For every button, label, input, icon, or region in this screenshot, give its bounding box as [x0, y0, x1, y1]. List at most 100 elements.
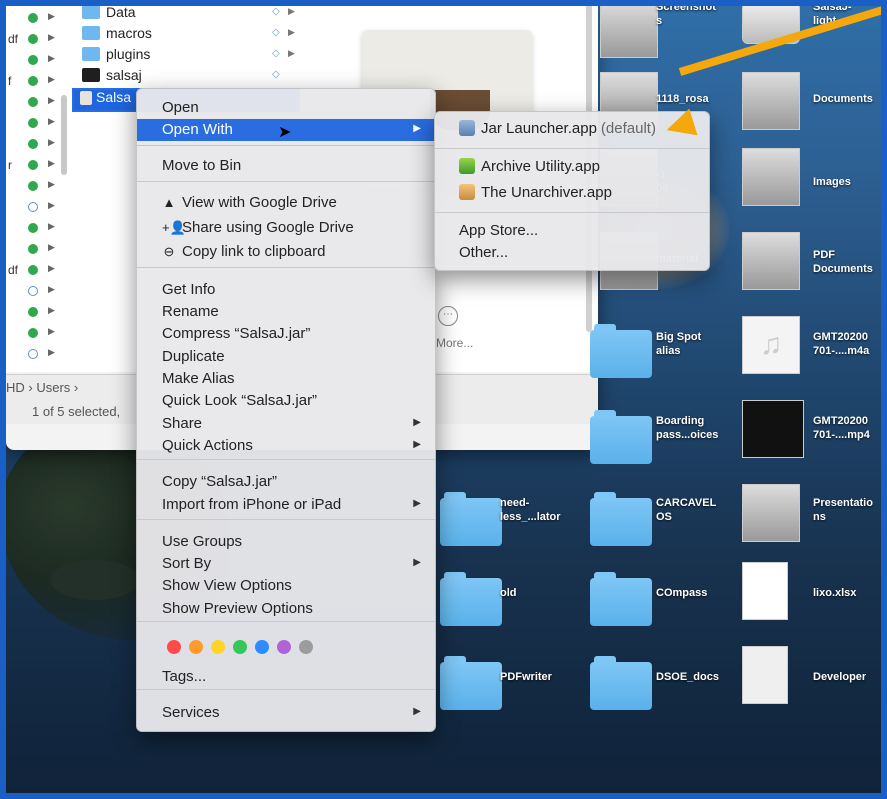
audio-file-icon[interactable]: ♫ [742, 316, 800, 374]
menu-item-duplicate[interactable]: Duplicate [137, 346, 435, 368]
parent-column-row[interactable]: ▶ [6, 134, 68, 156]
file-list-row[interactable]: Data ◇ ▶ [78, 2, 306, 24]
parent-column-row[interactable]: df ▶ [6, 260, 68, 282]
jar-launcher-icon [459, 120, 475, 136]
file-list-row[interactable]: plugins ◇ ▶ [78, 44, 306, 66]
menu-item-import-from-iphone-or-ipad[interactable]: Import from iPhone or iPad ▶ [137, 494, 435, 516]
menu-item-compress-salsaj-jar[interactable]: Compress “SalsaJ.jar” [137, 323, 435, 345]
desktop-icon-label[interactable]: lixo.xlsx [813, 586, 887, 600]
parent-column-row[interactable]: ▶ [6, 50, 68, 72]
syncing-icon [28, 202, 38, 212]
open-with-app-store[interactable]: App Store... [435, 220, 709, 242]
tag-color-dot[interactable] [255, 640, 269, 654]
menu-item-copy-salsaj-jar[interactable]: Copy “SalsaJ.jar” [137, 471, 435, 493]
desktop-icon-label[interactable]: COmpass [656, 586, 736, 600]
menu-item-get-info[interactable]: Get Info [137, 279, 435, 301]
file-name: Data [106, 4, 136, 20]
tag-color-dot[interactable] [189, 640, 203, 654]
menu-item-copy-link-to-clipboard[interactable]: ⊖ Copy link to clipboard [137, 241, 435, 263]
tag-color-dot[interactable] [233, 640, 247, 654]
desktop-icon-label[interactable]: Boarding pass...oices [656, 414, 736, 442]
desktop-icon-label[interactable]: 1118_rosa [656, 92, 736, 106]
document-thumbnail-icon[interactable] [600, 0, 658, 58]
menu-item-share[interactable]: Share ▶ [137, 413, 435, 435]
desktop-icon-label[interactable]: Images [813, 175, 887, 189]
document-thumbnail-icon[interactable] [742, 484, 800, 542]
menu-item-label: Share using Google Drive [182, 219, 354, 236]
folder-icon[interactable] [590, 324, 652, 378]
file-list-row[interactable]: salsaj ◇ [78, 65, 306, 87]
desktop-icon-label[interactable]: Developer [813, 670, 887, 684]
folder-icon[interactable] [590, 572, 652, 626]
menu-item-view-with-google-drive[interactable]: ▲ View with Google Drive [137, 192, 435, 214]
tag-color-dot[interactable] [299, 640, 313, 654]
document-thumbnail-icon[interactable] [742, 232, 800, 290]
parent-column-row[interactable]: ▶ [6, 218, 68, 240]
jar-file-icon[interactable] [742, 646, 788, 704]
parent-column-row[interactable]: df ▶ [6, 29, 68, 51]
synced-check-icon [28, 265, 38, 275]
more-icon[interactable]: ⋯ [438, 306, 458, 326]
folder-icon[interactable] [590, 410, 652, 464]
file-list-row[interactable]: macros ◇ ▶ [78, 23, 306, 45]
menu-item-share-using-google-drive[interactable]: +👤Share using Google Drive [137, 217, 435, 239]
open-with-other[interactable]: Other... [435, 242, 709, 264]
parent-column-row[interactable]: ▶ [6, 92, 68, 114]
tag-color-dot[interactable] [167, 640, 181, 654]
parent-column-row[interactable]: f ▶ [6, 71, 68, 93]
column-scrollbar[interactable] [61, 95, 67, 175]
desktop-icon-label[interactable]: CARCAVEL OS [656, 496, 736, 524]
desktop-icon-label[interactable]: old [500, 586, 580, 600]
desktop-icon-label[interactable]: GMT20200 701-....mp4 [813, 414, 887, 442]
menu-item-show-preview-options[interactable]: Show Preview Options [137, 598, 435, 620]
parent-column-row[interactable]: ▶ [6, 113, 68, 135]
desktop-icon-label[interactable]: PDFwriter [500, 670, 580, 684]
menu-item-show-view-options[interactable]: Show View Options [137, 575, 435, 597]
desktop-icon-label[interactable]: GMT20200 701-....m4a [813, 330, 887, 358]
document-thumbnail-icon[interactable] [742, 148, 800, 206]
parent-column-row[interactable]: ▶ [6, 302, 68, 324]
parent-column-row[interactable]: ▶ [6, 239, 68, 261]
menu-item-tags[interactable]: Tags... [137, 666, 435, 688]
menu-item-services[interactable]: Services ▶ [137, 702, 435, 724]
tag-color-dot[interactable] [277, 640, 291, 654]
desktop-icon-label[interactable]: Big Spot alias [656, 330, 736, 358]
desktop-icon-label[interactable]: DSOE_docs [656, 670, 736, 684]
folder-icon[interactable] [440, 572, 502, 626]
parent-column-row[interactable]: ▶ [6, 323, 68, 345]
open-with-archive-utility-app[interactable]: Archive Utility.app [435, 156, 709, 178]
disclosure-arrow-icon: ▶ [48, 284, 55, 294]
menu-item-rename[interactable]: Rename [137, 301, 435, 323]
folder-icon[interactable] [440, 492, 502, 546]
parent-column-row[interactable]: ▶ [6, 176, 68, 198]
spreadsheet-file-icon[interactable] [742, 562, 788, 620]
parent-column-row[interactable]: ▶ [6, 344, 68, 366]
parent-column-row[interactable]: ▶ [6, 281, 68, 303]
menu-item-quick-actions[interactable]: Quick Actions ▶ [137, 435, 435, 457]
menu-item-use-groups[interactable]: Use Groups [137, 531, 435, 553]
open-with-the-unarchiver-app[interactable]: The Unarchiver.app [435, 182, 709, 204]
document-thumbnail-icon[interactable] [742, 72, 800, 130]
folder-icon[interactable] [440, 656, 502, 710]
desktop-icon-label[interactable]: need- less_...lator [500, 496, 580, 524]
path-bar-text[interactable]: HD › Users › [6, 380, 78, 395]
desktop-icon-label[interactable]: Presentatio ns [813, 496, 887, 524]
submenu-arrow-icon: ▶ [413, 498, 421, 509]
menu-item-move-to-bin[interactable]: Move to Bin [137, 155, 435, 177]
parent-column-row[interactable]: ▶ [6, 8, 68, 30]
tag-color-dot[interactable] [211, 640, 225, 654]
desktop-icon-label[interactable]: PDF Documents [813, 248, 887, 276]
parent-column-row[interactable]: r ▶ [6, 155, 68, 177]
folder-icon[interactable] [590, 492, 652, 546]
video-file-icon[interactable] [742, 400, 804, 458]
folder-icon[interactable] [590, 656, 652, 710]
parent-column-row[interactable]: ▶ [6, 197, 68, 219]
menu-item-open[interactable]: Open [137, 97, 435, 119]
unarchiver-icon [459, 184, 475, 200]
menu-item-quick-look-salsaj-jar[interactable]: Quick Look “SalsaJ.jar” [137, 390, 435, 412]
preview-more-label[interactable]: More... [436, 336, 473, 350]
menu-item-make-alias[interactable]: Make Alias [137, 368, 435, 390]
menu-item-sort-by[interactable]: Sort By ▶ [137, 553, 435, 575]
desktop-icon-label[interactable]: Screenshot s [656, 0, 736, 28]
desktop-icon-label[interactable]: Documents [813, 92, 887, 106]
